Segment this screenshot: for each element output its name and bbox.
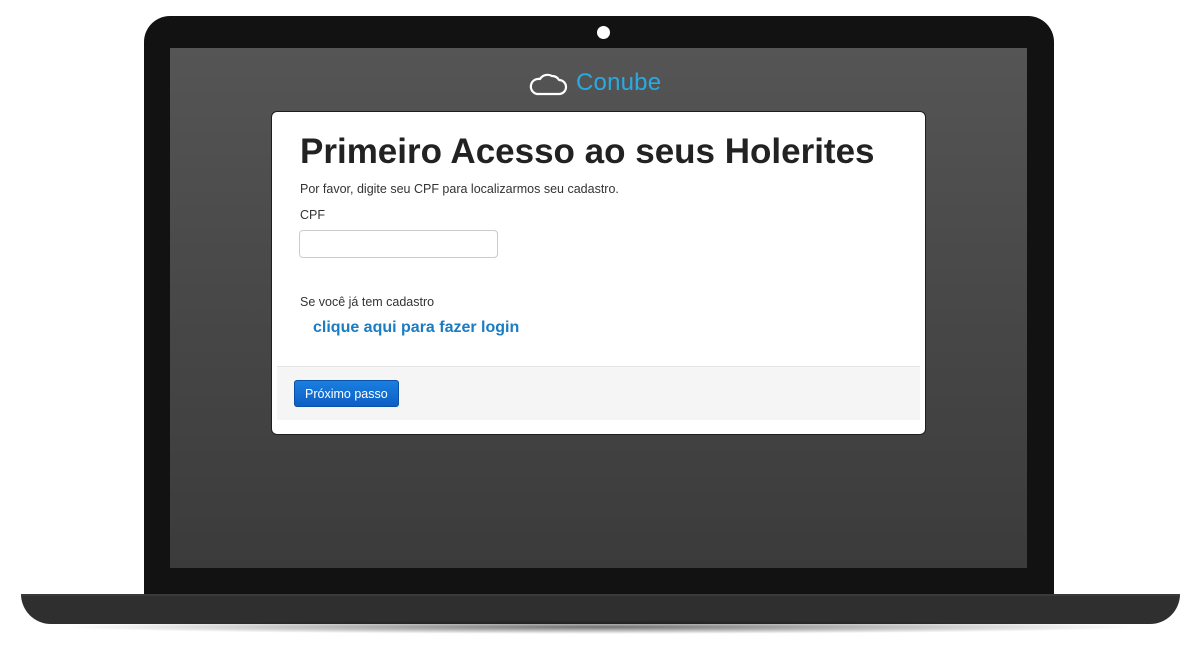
instructions-text: Por favor, digite seu CPF para localizar…: [300, 182, 619, 196]
next-step-button[interactable]: Próximo passo: [294, 380, 399, 407]
cpf-input[interactable]: [299, 230, 498, 258]
webcam-dot: [597, 26, 610, 39]
first-access-card: Primeiro Acesso ao seus Holerites Por fa…: [271, 111, 926, 435]
card-footer: Próximo passo: [277, 366, 920, 420]
laptop-shadow: [60, 620, 1140, 634]
brand-name: Conube: [576, 69, 662, 96]
page-title: Primeiro Acesso ao seus Holerites: [300, 132, 875, 171]
cpf-label: CPF: [300, 208, 325, 222]
login-prompt-text: Se você já tem cadastro: [300, 295, 435, 309]
cloud-icon: [528, 68, 568, 98]
brand-logo: Conube: [528, 66, 661, 100]
laptop-screen: Conube Primeiro Acesso ao seus Holerites…: [170, 48, 1027, 568]
laptop-mockup: Conube Primeiro Acesso ao seus Holerites…: [0, 0, 1200, 650]
login-link[interactable]: clique aqui para fazer login: [313, 319, 519, 337]
